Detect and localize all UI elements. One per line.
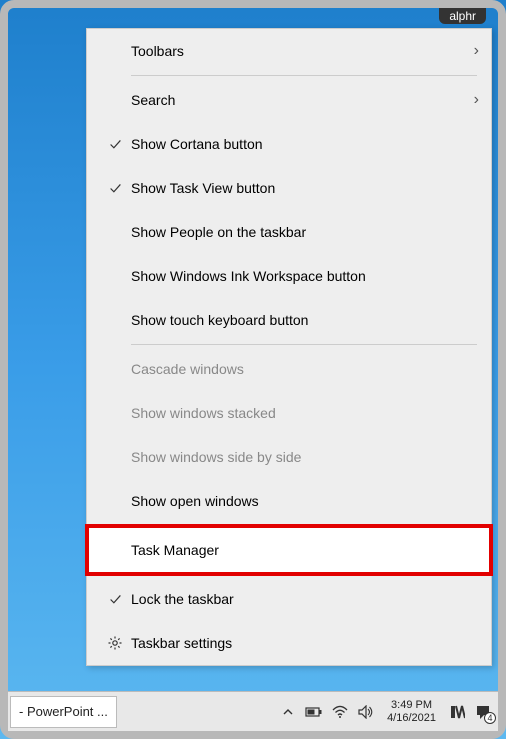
menu-show-task-view[interactable]: Show Task View button	[87, 166, 491, 210]
system-tray: 3:49 PM 4/16/2021 4	[279, 699, 498, 725]
taskbar-context-menu: Toolbars › Search › Show Cortana button …	[86, 28, 492, 666]
separator	[131, 344, 477, 345]
menu-show-touch-keyboard[interactable]: Show touch keyboard button	[87, 298, 491, 342]
menu-side-by-side: Show windows side by side	[87, 435, 491, 479]
menu-taskbar-settings[interactable]: Taskbar settings	[87, 621, 491, 665]
separator	[131, 525, 477, 526]
menu-label: Show Windows Ink Workspace button	[131, 268, 479, 284]
wifi-icon[interactable]	[331, 703, 349, 721]
battery-icon[interactable]	[305, 703, 323, 721]
menu-label: Search	[131, 92, 459, 108]
menu-show-cortana[interactable]: Show Cortana button	[87, 122, 491, 166]
tray-overflow-icon[interactable]	[279, 703, 297, 721]
menu-label: Show Cortana button	[131, 136, 479, 152]
speaker-icon[interactable]	[357, 703, 375, 721]
taskbar: - PowerPoint ... 3:49 PM 4/16/2021 4	[8, 691, 498, 731]
menu-show-people[interactable]: Show People on the taskbar	[87, 210, 491, 254]
menu-toolbars[interactable]: Toolbars ›	[87, 29, 491, 73]
menu-label: Show open windows	[131, 493, 479, 509]
menu-label: Show Task View button	[131, 180, 479, 196]
menu-label: Show windows side by side	[131, 449, 479, 465]
menu-label: Show touch keyboard button	[131, 312, 479, 328]
chevron-right-icon: ›	[459, 91, 479, 109]
menu-label: Toolbars	[131, 43, 459, 59]
action-center-icon[interactable]: 4	[474, 703, 492, 721]
check-icon	[99, 182, 131, 195]
menu-label: Cascade windows	[131, 361, 479, 377]
menu-open-windows[interactable]: Show open windows	[87, 479, 491, 523]
clock-time: 3:49 PM	[387, 699, 436, 712]
menu-stacked: Show windows stacked	[87, 391, 491, 435]
menu-label: Taskbar settings	[131, 635, 479, 651]
menu-search[interactable]: Search ›	[87, 78, 491, 122]
menu-lock-taskbar[interactable]: Lock the taskbar	[87, 577, 491, 621]
separator	[131, 574, 477, 575]
check-icon	[99, 593, 131, 606]
menu-label: Show windows stacked	[131, 405, 479, 421]
gear-icon	[99, 635, 131, 651]
menu-task-manager[interactable]: Task Manager	[87, 528, 491, 572]
notification-badge: 4	[484, 712, 496, 724]
taskbar-app-powerpoint[interactable]: - PowerPoint ...	[10, 696, 117, 728]
menu-label: Lock the taskbar	[131, 591, 479, 607]
menu-cascade: Cascade windows	[87, 347, 491, 391]
input-indicator-icon[interactable]	[448, 703, 466, 721]
menu-label: Show People on the taskbar	[131, 224, 479, 240]
clock-date: 4/16/2021	[387, 712, 436, 725]
taskbar-clock[interactable]: 3:49 PM 4/16/2021	[383, 699, 440, 725]
separator	[131, 75, 477, 76]
menu-show-ink[interactable]: Show Windows Ink Workspace button	[87, 254, 491, 298]
chevron-right-icon: ›	[459, 42, 479, 60]
app-label: - PowerPoint ...	[19, 704, 108, 719]
menu-label: Task Manager	[131, 542, 479, 558]
watermark: alphr	[439, 8, 486, 24]
check-icon	[99, 138, 131, 151]
